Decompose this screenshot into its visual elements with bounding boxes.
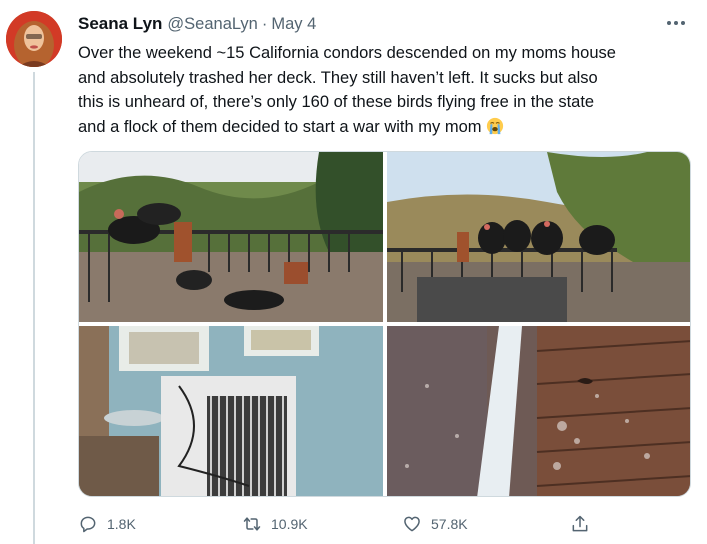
reply-count: 1.8K bbox=[107, 516, 136, 532]
photo-condors-perched-on-railing[interactable] bbox=[387, 152, 690, 322]
tweet-date[interactable]: May 4 bbox=[271, 15, 316, 34]
share-icon bbox=[572, 515, 588, 532]
tweet-text-line: and absolutely trashed her deck. They st… bbox=[78, 68, 598, 87]
tweet-text-line: Over the weekend ~15 California condors … bbox=[78, 44, 616, 62]
photo-1-image bbox=[79, 152, 383, 322]
author-handle[interactable]: @SeanaLyn bbox=[167, 15, 257, 34]
tweet-text: Over the weekend ~15 California condors … bbox=[78, 41, 693, 139]
avatar-image bbox=[6, 11, 62, 67]
author-name[interactable]: Seana Lyn bbox=[78, 14, 162, 34]
retweet-icon bbox=[243, 517, 261, 531]
thread-line bbox=[33, 72, 35, 544]
like-count: 57.8K bbox=[431, 516, 468, 532]
tweet-header: Seana Lyn @SeanaLyn · May 4 bbox=[78, 14, 316, 36]
reply-icon bbox=[80, 516, 96, 533]
heart-icon bbox=[404, 516, 420, 532]
share-button[interactable] bbox=[570, 511, 590, 537]
retweet-button[interactable]: 10.9K bbox=[242, 511, 308, 537]
tweet-text-line-last: and a flock of them decided to start a w… bbox=[78, 115, 693, 140]
more-dot-icon bbox=[681, 21, 685, 25]
more-dot-icon bbox=[667, 21, 671, 25]
more-dot-icon bbox=[674, 21, 678, 25]
photo-4-image bbox=[387, 326, 690, 496]
reply-button[interactable]: 1.8K bbox=[78, 511, 136, 537]
avatar[interactable] bbox=[6, 11, 62, 67]
retweet-count: 10.9K bbox=[271, 516, 308, 532]
loudly-crying-face-icon bbox=[486, 117, 503, 134]
photo-2-image bbox=[387, 152, 690, 322]
separator-dot: · bbox=[261, 15, 268, 33]
photo-scratched-deck[interactable] bbox=[387, 326, 690, 496]
photo-3-image bbox=[79, 326, 383, 496]
photo-damaged-air-conditioner[interactable] bbox=[79, 326, 383, 496]
tweet-actions: 1.8K 10.9K 57.8K bbox=[78, 511, 618, 537]
more-options-button[interactable] bbox=[665, 16, 687, 30]
media-grid bbox=[78, 151, 691, 497]
photo-condors-on-deck-railing[interactable] bbox=[79, 152, 383, 322]
tweet-text-line: this is unheard of, there’s only 160 of … bbox=[78, 93, 595, 112]
like-button[interactable]: 57.8K bbox=[402, 511, 468, 537]
